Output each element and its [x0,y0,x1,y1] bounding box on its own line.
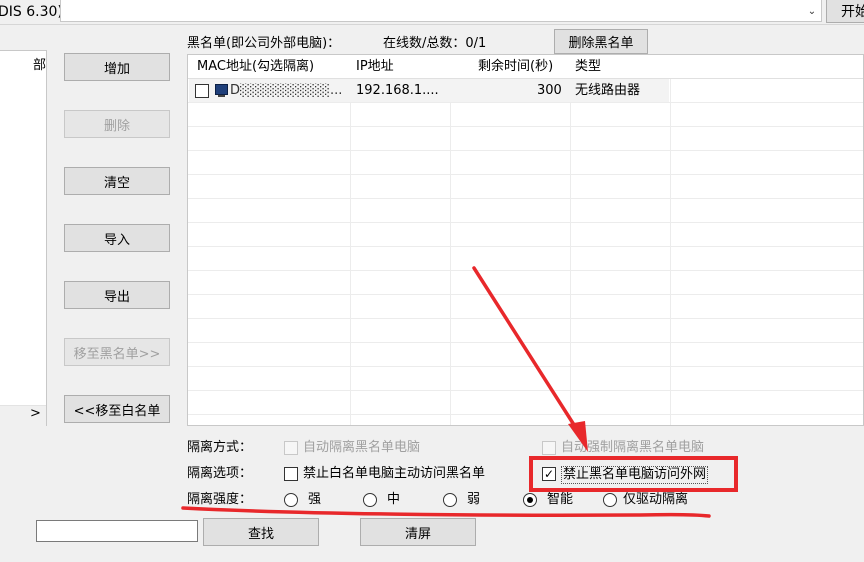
scroll-right-icon[interactable]: > [30,406,41,422]
forbid-black-internet-checkbox[interactable]: ✓ [542,467,556,481]
row-ip: 192.168.1.... [356,83,439,98]
search-button[interactable]: 查找 [203,518,319,546]
auto-force-isolate-label: 自动强制隔离黑名单电脑 [561,440,705,455]
strength-driver-only-label: 仅驱动隔离 [623,492,689,507]
online-count-label: 在线数/总数：0/1 [383,36,487,51]
isolation-strength-label: 隔离强度： [187,492,253,507]
whitelist-header-fragment: 部 [33,58,47,73]
window-title-fragment: DIS 6.30) [0,4,63,20]
strength-medium-label: 中 [387,492,401,507]
strength-driver-only-radio[interactable] [603,493,617,507]
forbid-white-access-label: 禁止白名单电脑主动访问黑名单 [303,466,486,481]
table-row[interactable]: D░░░░░░░░░... 192.168.1.... 300 无线路由器 [188,79,863,102]
top-combo[interactable] [60,0,822,22]
strength-weak-radio[interactable] [443,493,457,507]
annotation-underline [181,506,711,518]
auto-isolate-checkbox[interactable] [284,441,298,455]
column-header-type[interactable]: 类型 [575,59,601,75]
delete-blacklist-button[interactable]: 删除黑名单 [554,29,648,54]
clear-screen-button[interactable]: 清屏 [360,518,476,546]
row-mac: D░░░░░░░░░... [230,83,343,98]
row-isolate-checkbox[interactable] [195,84,209,98]
strength-weak-label: 弱 [467,492,481,507]
auto-force-isolate-checkbox[interactable] [542,441,556,455]
row-type: 无线路由器 [575,83,641,98]
forbid-black-internet-label: 禁止黑名单电脑访问外网 [561,466,709,484]
computer-icon [215,84,228,95]
strength-strong-radio[interactable] [284,493,298,507]
start-button[interactable]: 开始 [826,0,864,23]
strength-strong-label: 强 [308,492,322,507]
strength-smart-radio[interactable] [523,493,537,507]
forbid-white-access-checkbox[interactable] [284,467,298,481]
column-header-mac[interactable]: MAC地址(勾选隔离) [197,59,314,75]
column-header-remaining[interactable]: 剩余时间(秒) [478,59,553,75]
strength-medium-radio[interactable] [363,493,377,507]
delete-button[interactable]: 删除 [64,110,170,138]
isolation-method-label: 隔离方式： [187,440,253,455]
strength-smart-label: 智能 [547,492,574,507]
move-to-blacklist-button[interactable]: 移至黑名单>> [64,338,170,366]
clear-button[interactable]: 清空 [64,167,170,195]
export-button[interactable]: 导出 [64,281,170,309]
table-header: MAC地址(勾选隔离) IP地址 剩余时间(秒) 类型 [188,55,863,78]
whitelist-panel[interactable] [0,50,47,426]
add-button[interactable]: 增加 [64,53,170,81]
search-input[interactable] [36,520,198,542]
blacklist-table[interactable]: MAC地址(勾选隔离) IP地址 剩余时间(秒) 类型 D░░░░░░░░░..… [187,54,864,426]
blacklist-title: 黑名单(即公司外部电脑)： [187,36,341,51]
computer-icon-stand [218,95,225,97]
column-header-ip[interactable]: IP地址 [356,59,394,75]
move-to-whitelist-button[interactable]: <<移至白名单 [64,395,170,423]
isolation-options-label: 隔离选项： [187,466,253,481]
import-button[interactable]: 导入 [64,224,170,252]
chevron-down-icon[interactable]: ⌄ [804,4,820,18]
auto-isolate-label: 自动隔离黑名单电脑 [303,440,421,455]
row-remaining: 300 [537,83,562,98]
